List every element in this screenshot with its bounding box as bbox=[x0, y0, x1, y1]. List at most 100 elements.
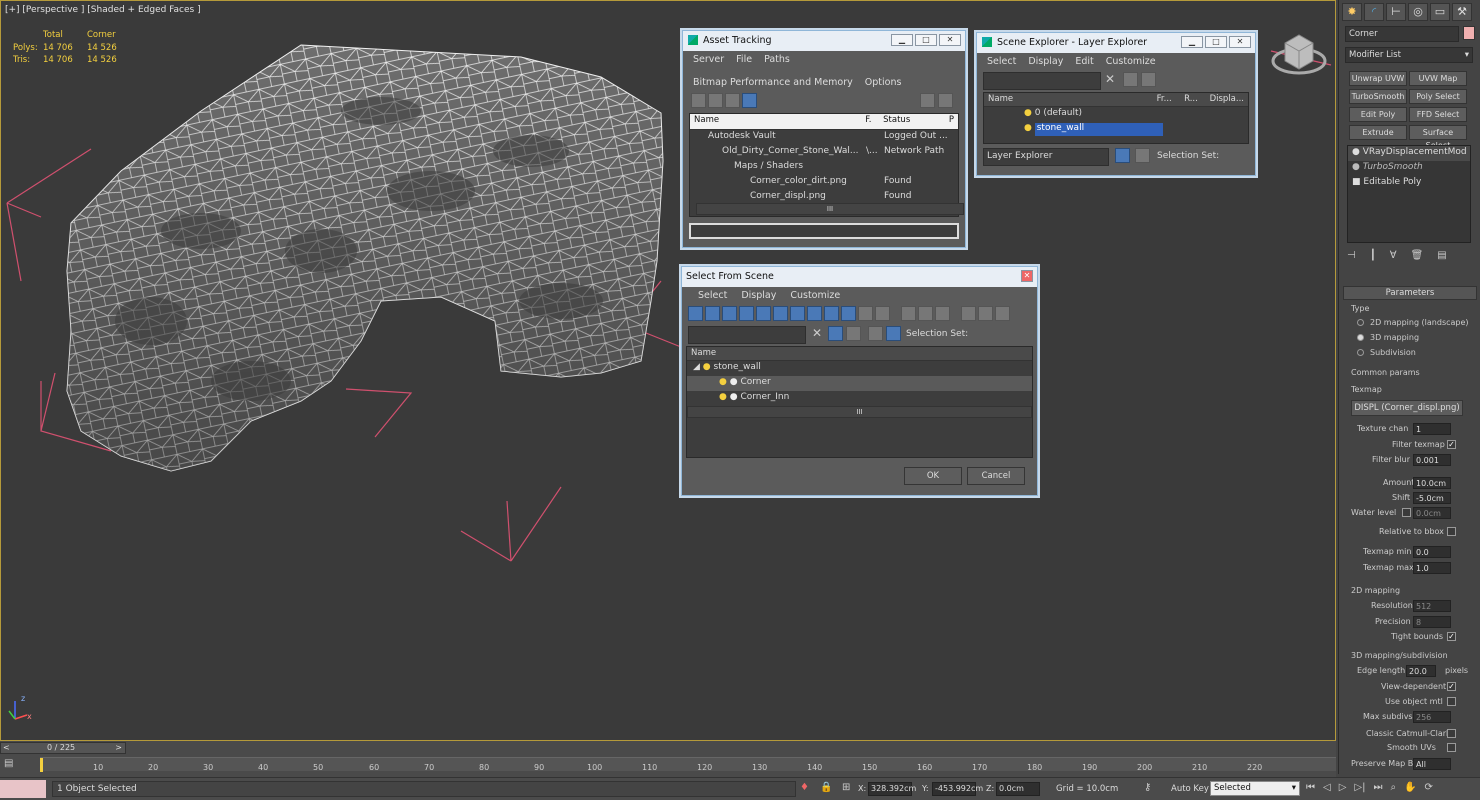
go-to-start-icon[interactable]: ⏮ bbox=[1306, 782, 1315, 793]
time-slider[interactable]: < 0 / 225 > bbox=[0, 742, 126, 754]
scene-explorer-titlebar[interactable]: Scene Explorer - Layer Explorer ▁ □ ✕ bbox=[977, 33, 1255, 53]
ok-button[interactable]: OK bbox=[904, 467, 962, 485]
selection-set-label[interactable]: Selection Set: bbox=[1157, 151, 1219, 161]
select-none-icon[interactable] bbox=[917, 306, 933, 321]
parameters-rollout[interactable]: Parameters bbox=[1343, 286, 1477, 300]
lightbulb-icon[interactable]: ● bbox=[1024, 108, 1032, 118]
asset-tracking-window[interactable]: Asset Tracking ▁ □ ✕ Server File Paths Bit… bbox=[682, 30, 966, 248]
menu-customize[interactable]: Customize bbox=[790, 290, 840, 301]
layer-mode-icon[interactable] bbox=[1115, 148, 1130, 163]
lock-selection-icon[interactable]: 🔒 bbox=[820, 782, 832, 793]
shift-spinner[interactable]: -5.0cm bbox=[1413, 492, 1451, 504]
precision-spinner[interactable]: 8 bbox=[1413, 616, 1451, 628]
detail-view-icon[interactable] bbox=[725, 93, 740, 108]
explorer-type-dropdown[interactable]: Layer Explorer bbox=[983, 148, 1109, 166]
stack-item[interactable]: ■ Editable Poly bbox=[1348, 176, 1470, 191]
radio-3d-mapping[interactable] bbox=[1357, 334, 1364, 341]
edit-poly-button[interactable]: Edit Poly bbox=[1349, 107, 1407, 122]
time-cursor[interactable] bbox=[40, 758, 43, 772]
col-status[interactable]: Status bbox=[883, 115, 949, 128]
next-frame-icon[interactable]: > bbox=[115, 743, 122, 752]
make-unique-icon[interactable]: ∀ bbox=[1390, 250, 1397, 261]
edge-length-spinner[interactable]: 20.0 bbox=[1406, 665, 1436, 677]
tree-row-corner[interactable]: ● ● Corner bbox=[687, 376, 1032, 391]
col-f[interactable]: F. bbox=[865, 115, 883, 128]
curve-editor-icon[interactable]: ▤ bbox=[4, 758, 26, 772]
auto-key-button[interactable]: Auto Key bbox=[1171, 784, 1209, 794]
use-object-mtl-checkbox[interactable] bbox=[1447, 697, 1456, 706]
find-case-icon[interactable] bbox=[828, 326, 843, 341]
select-all-icon[interactable] bbox=[900, 306, 916, 321]
list-view-icon[interactable] bbox=[708, 93, 723, 108]
lightbulb-icon[interactable]: ● bbox=[719, 377, 727, 387]
table-row[interactable]: Old_Dirty_Corner_Stone_Wal... \... Network… bbox=[690, 145, 958, 160]
col-name[interactable]: Name bbox=[687, 347, 1032, 361]
uvw-map-button[interactable]: UVW Map bbox=[1409, 71, 1467, 86]
texmap-min-spinner[interactable]: 0.0 bbox=[1413, 546, 1451, 558]
utilities-tab-icon[interactable]: ⚒ bbox=[1452, 3, 1472, 21]
smooth-uvs-checkbox[interactable] bbox=[1447, 743, 1456, 752]
filter-containers-icon[interactable] bbox=[841, 306, 856, 321]
col-freeze[interactable]: Fr... bbox=[1157, 94, 1184, 105]
select-from-scene-dialog[interactable]: Select From Scene ✕ Select Display Custo… bbox=[681, 266, 1038, 496]
preserve-map-bnd-dropdown[interactable]: All bbox=[1413, 758, 1451, 770]
radio-subdivision[interactable] bbox=[1357, 349, 1364, 356]
resolution-spinner[interactable]: 512 bbox=[1413, 600, 1451, 612]
col-p[interactable]: P bbox=[949, 115, 954, 128]
display-tab-icon[interactable]: ▭ bbox=[1430, 3, 1450, 21]
stack-item[interactable]: ● TurboSmooth bbox=[1348, 161, 1470, 176]
ffd-select-button[interactable]: FFD Select bbox=[1409, 107, 1467, 122]
max-subdivs-spinner[interactable]: 256 bbox=[1413, 711, 1451, 723]
filter-shapes-icon[interactable] bbox=[705, 306, 720, 321]
stack-item[interactable]: ● VRayDisplacementMod bbox=[1348, 146, 1470, 161]
close-icon[interactable]: ✕ bbox=[1229, 36, 1251, 48]
menu-display[interactable]: Display bbox=[741, 290, 776, 301]
hierarchy-tab-icon[interactable]: ⊢ bbox=[1386, 3, 1406, 21]
minimize-icon[interactable]: ▁ bbox=[1181, 36, 1203, 48]
menu-server[interactable]: Server bbox=[693, 54, 724, 65]
columns-icon[interactable] bbox=[994, 306, 1010, 321]
table-view-icon[interactable] bbox=[742, 93, 757, 108]
motion-tab-icon[interactable]: ◎ bbox=[1408, 3, 1428, 21]
play-icon[interactable]: ▷ bbox=[1339, 782, 1347, 793]
amount-spinner[interactable]: 10.0cm bbox=[1413, 477, 1451, 489]
poly-select-button[interactable]: Poly Select bbox=[1409, 89, 1467, 104]
absolute-mode-icon[interactable]: ⊞ bbox=[842, 782, 850, 793]
close-icon[interactable]: ✕ bbox=[939, 34, 961, 46]
scene-explorer-window[interactable]: Scene Explorer - Layer Explorer ▁ □ ✕ Sele… bbox=[976, 32, 1256, 176]
scene-search-input[interactable] bbox=[983, 72, 1101, 90]
tight-bounds-checkbox[interactable]: ✓ bbox=[1447, 632, 1456, 641]
menu-options[interactable]: Options bbox=[865, 77, 902, 88]
layer-icon[interactable] bbox=[868, 326, 883, 341]
col-render[interactable]: R... bbox=[1184, 94, 1209, 105]
key-mode-dropdown[interactable]: Selected ▾ bbox=[1210, 781, 1300, 796]
select-from-scene-titlebar[interactable]: Select From Scene ✕ bbox=[682, 267, 1037, 287]
filter-lights-icon[interactable] bbox=[722, 306, 737, 321]
clear-search-icon[interactable]: ✕ bbox=[1105, 72, 1115, 86]
lightbulb-icon[interactable]: ● bbox=[703, 362, 711, 372]
filter-cameras-icon[interactable] bbox=[739, 306, 754, 321]
key-icon[interactable]: ⚷ bbox=[1144, 782, 1151, 793]
table-row[interactable]: Maps / Shaders bbox=[690, 160, 958, 175]
lightbulb-icon[interactable]: ● bbox=[1352, 147, 1360, 157]
filter-bones-icon[interactable] bbox=[824, 306, 839, 321]
filter-frozen-icon[interactable] bbox=[858, 306, 873, 321]
select-search-input[interactable] bbox=[688, 326, 806, 344]
refresh-icon[interactable] bbox=[691, 93, 706, 108]
layer-row-default[interactable]: ● 0 (default) bbox=[984, 107, 1248, 122]
maximize-icon[interactable]: □ bbox=[915, 34, 937, 46]
turbosmooth-button[interactable]: TurboSmooth bbox=[1349, 89, 1407, 104]
col-name[interactable]: Name bbox=[694, 115, 865, 128]
layer-row-stone-wall[interactable]: ● stone_wall bbox=[984, 122, 1248, 137]
selection-set-label[interactable]: Selection Set: bbox=[906, 329, 968, 339]
col-name[interactable]: Name bbox=[988, 94, 1157, 105]
z-coordinate-field[interactable]: 0.0cm bbox=[996, 782, 1040, 796]
relative-bbox-checkbox[interactable] bbox=[1447, 527, 1456, 536]
help-icon[interactable] bbox=[920, 93, 935, 108]
modifier-list-dropdown[interactable]: Modifier List ▾ bbox=[1345, 47, 1473, 63]
orbit-icon[interactable]: ⟳ bbox=[1425, 782, 1433, 793]
cancel-button[interactable]: Cancel bbox=[967, 467, 1025, 485]
remove-modifier-icon[interactable]: 🗑 bbox=[1411, 250, 1424, 261]
hierarchy-icon[interactable] bbox=[1135, 148, 1150, 163]
close-icon[interactable]: ✕ bbox=[1021, 270, 1033, 282]
